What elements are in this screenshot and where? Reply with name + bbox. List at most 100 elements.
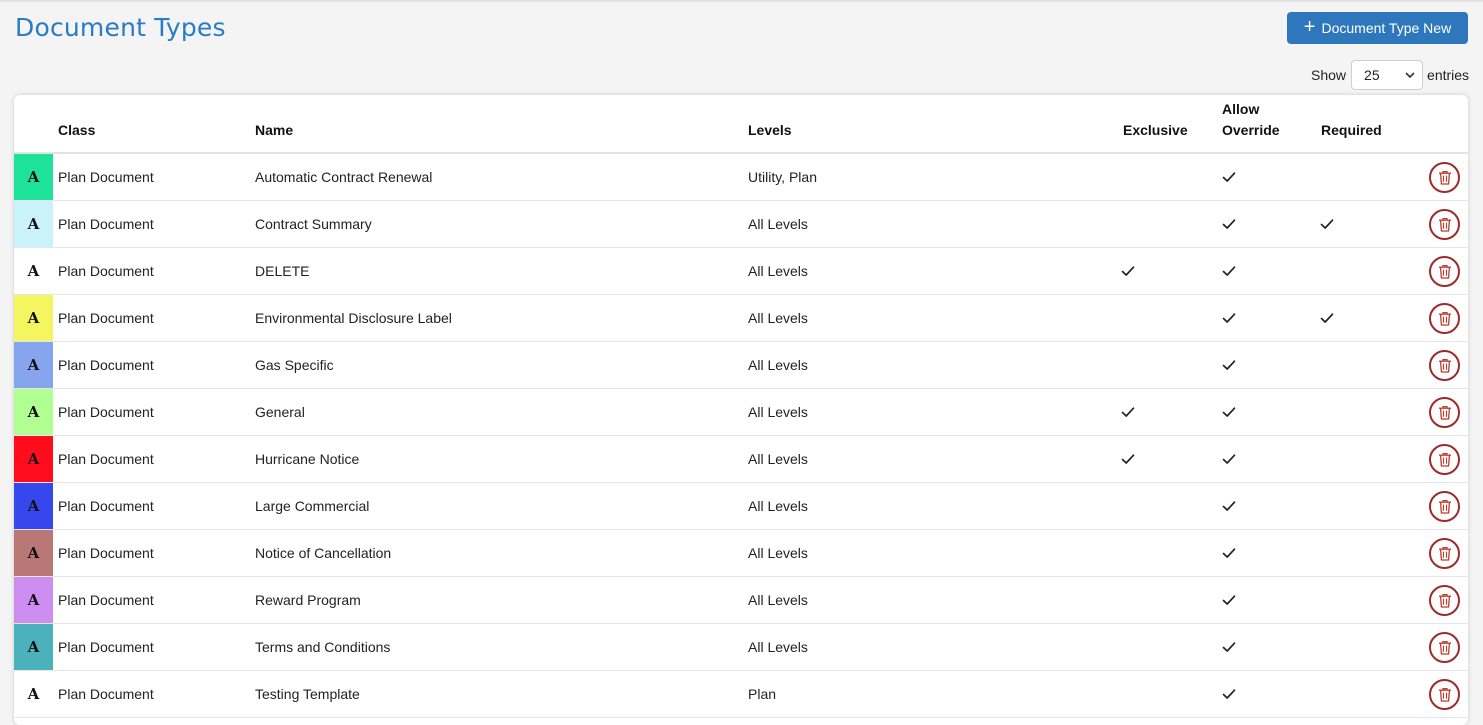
check-icon xyxy=(1320,311,1334,325)
cell-name: Automatic Contract Renewal xyxy=(255,169,433,185)
cell-class: Plan Document xyxy=(58,639,154,655)
chevron-down-icon xyxy=(1405,72,1415,79)
swatch-letter: A xyxy=(27,215,40,233)
color-swatch: A xyxy=(14,624,53,670)
check-icon xyxy=(1222,264,1236,278)
cell-class: Plan Document xyxy=(58,592,154,608)
table-row[interactable]: A Plan Document Reward Program All Levels xyxy=(14,577,1468,624)
cell-class: Plan Document xyxy=(58,686,154,702)
table-row[interactable]: A Plan Document General All Levels xyxy=(14,389,1468,436)
header-levels[interactable]: Levels xyxy=(748,120,792,141)
table-row[interactable]: A Plan Document Large Commercial All Levels xyxy=(14,483,1468,530)
cell-class: Plan Document xyxy=(58,498,154,514)
trash-icon xyxy=(1438,170,1452,185)
swatch-letter: A xyxy=(27,497,40,515)
cell-levels: All Levels xyxy=(748,498,808,514)
show-entries-control: Show 25 entries xyxy=(1311,60,1469,90)
swatch-letter: A xyxy=(27,591,40,609)
cell-name: Gas Specific xyxy=(255,357,334,373)
cell-class: Plan Document xyxy=(58,357,154,373)
trash-icon xyxy=(1438,452,1452,467)
delete-button[interactable] xyxy=(1429,538,1460,569)
cell-class: Plan Document xyxy=(58,263,154,279)
header-class[interactable]: Class xyxy=(58,120,95,141)
cell-levels: All Levels xyxy=(748,216,808,232)
swatch-letter: A xyxy=(27,309,40,327)
color-swatch: A xyxy=(14,530,53,576)
table-row[interactable]: A Plan Document Contract Summary All Levels xyxy=(14,201,1468,248)
trash-icon xyxy=(1438,687,1452,702)
header-allow-override[interactable]: Allow Override xyxy=(1222,99,1280,141)
check-icon xyxy=(1222,311,1236,325)
check-icon xyxy=(1222,640,1236,654)
check-icon xyxy=(1222,217,1236,231)
new-button-label: Document Type New xyxy=(1321,20,1452,36)
trash-icon xyxy=(1438,593,1452,608)
table-row[interactable]: A Plan Document Gas Specific All Levels xyxy=(14,342,1468,389)
swatch-letter: A xyxy=(27,403,40,421)
table-row[interactable]: A Plan Document DELETE All Levels xyxy=(14,248,1468,295)
show-label: Show xyxy=(1311,67,1347,83)
delete-button[interactable] xyxy=(1429,162,1460,193)
delete-button[interactable] xyxy=(1429,256,1460,287)
color-swatch: A xyxy=(14,248,53,294)
trash-icon xyxy=(1438,640,1452,655)
table-row[interactable]: A Plan Document Environmental Disclosure L… xyxy=(14,295,1468,342)
trash-icon xyxy=(1438,546,1452,561)
cell-class: Plan Document xyxy=(58,545,154,561)
page-size-select[interactable]: 25 xyxy=(1351,60,1424,90)
delete-button[interactable] xyxy=(1429,679,1460,710)
swatch-letter: A xyxy=(27,356,40,374)
color-swatch: A xyxy=(14,342,53,388)
delete-button[interactable] xyxy=(1429,491,1460,522)
cell-levels: Plan xyxy=(748,686,777,702)
header-required[interactable]: Required xyxy=(1321,120,1382,141)
color-swatch: A xyxy=(14,483,53,529)
cell-class: Plan Document xyxy=(58,404,154,420)
delete-button[interactable] xyxy=(1429,303,1460,334)
color-swatch: A xyxy=(14,436,53,482)
cell-levels: All Levels xyxy=(748,310,808,326)
table-row[interactable]: A Plan Document Hurricane Notice All Levels xyxy=(14,436,1468,483)
cell-name: Reward Program xyxy=(255,592,361,608)
document-type-new-button[interactable]: + Document Type New xyxy=(1287,12,1468,44)
color-swatch: A xyxy=(14,201,53,247)
delete-button[interactable] xyxy=(1429,632,1460,663)
cell-name: Contract Summary xyxy=(255,216,372,232)
entries-label: entries xyxy=(1427,67,1470,83)
header-exclusive[interactable]: Exclusive xyxy=(1123,120,1188,141)
check-icon xyxy=(1222,170,1236,184)
cell-levels: Utility, Plan xyxy=(748,169,817,185)
cell-name: Notice of Cancellation xyxy=(255,545,392,561)
check-icon xyxy=(1222,358,1236,372)
cell-levels: All Levels xyxy=(748,404,808,420)
table-row[interactable]: A Plan Document Notice of Cancellation All … xyxy=(14,530,1468,577)
check-icon xyxy=(1222,687,1236,701)
swatch-letter: A xyxy=(27,450,40,468)
cell-levels: All Levels xyxy=(748,592,808,608)
swatch-letter: A xyxy=(27,168,40,186)
color-swatch: A xyxy=(14,389,53,435)
page-size-value: 25 xyxy=(1364,67,1380,83)
trash-icon xyxy=(1438,358,1452,373)
cell-levels: All Levels xyxy=(748,357,808,373)
delete-button[interactable] xyxy=(1429,209,1460,240)
header-name[interactable]: Name xyxy=(255,120,293,141)
trash-icon xyxy=(1438,264,1452,279)
trash-icon xyxy=(1438,499,1452,514)
table-row[interactable]: A Plan Document Terms and Conditions All Le… xyxy=(14,624,1468,671)
swatch-letter: A xyxy=(27,262,40,280)
cell-name: DELETE xyxy=(255,263,310,279)
top-shadow xyxy=(0,0,1483,3)
delete-button[interactable] xyxy=(1429,397,1460,428)
delete-button[interactable] xyxy=(1429,444,1460,475)
delete-button[interactable] xyxy=(1429,350,1460,381)
check-icon xyxy=(1320,217,1334,231)
check-icon xyxy=(1121,264,1135,278)
cell-levels: All Levels xyxy=(748,545,808,561)
table-row[interactable]: A Plan Document Automatic Contract Renewal… xyxy=(14,154,1468,201)
swatch-letter: A xyxy=(27,544,40,562)
delete-button[interactable] xyxy=(1429,585,1460,616)
check-icon xyxy=(1222,593,1236,607)
color-swatch: A xyxy=(14,671,53,717)
